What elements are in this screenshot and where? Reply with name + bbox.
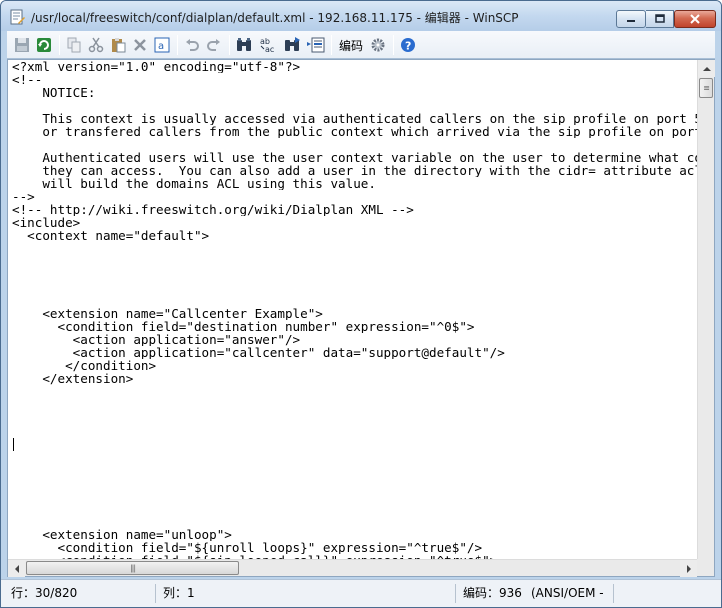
vertical-scroll-thumb[interactable]: ≡ (699, 78, 713, 98)
winscp-editor-icon (9, 9, 25, 25)
status-bar: 行：30/820 列：1 编码：936 (ANSI/OEM - (1, 579, 721, 607)
code-line: <condition field="${unroll_loops}" expre… (12, 541, 483, 554)
horizontal-scroll-thumb[interactable]: ||| (26, 561, 239, 575)
floppy-disk-icon[interactable] (11, 34, 33, 56)
horizontal-scrollbar[interactable]: ||| (8, 559, 697, 577)
svg-text:a: a (158, 41, 164, 52)
goto-line-icon[interactable] (305, 34, 327, 56)
minimize-button[interactable] (616, 10, 646, 28)
close-button[interactable] (674, 10, 716, 28)
help-icon[interactable]: ? (397, 34, 419, 56)
scroll-up-arrow-icon[interactable] (698, 60, 715, 77)
copy-icon[interactable] (63, 34, 85, 56)
editor-window: /usr/local/freeswitch/conf/dialplan/defa… (0, 0, 722, 608)
cut-icon[interactable] (85, 34, 107, 56)
code-line: <extension name="Callcenter Example"> (12, 307, 323, 320)
status-line: 行：30/820 (11, 586, 78, 600)
delete-icon[interactable] (129, 34, 151, 56)
svg-text:?: ? (405, 40, 411, 53)
text-editor[interactable]: <?xml version="1.0" encoding="utf-8"?> <!… (7, 59, 715, 577)
code-line: <action application="answer"/> (12, 333, 301, 346)
code-line: <condition field="destination_number" ex… (12, 320, 475, 333)
scroll-left-arrow-icon[interactable] (8, 560, 25, 577)
code-line: <action application="callcenter" data="s… (12, 346, 505, 359)
reload-icon[interactable] (33, 34, 55, 56)
code-line: </extension> (12, 372, 134, 385)
code-line: </condition> (12, 359, 157, 372)
redo-icon[interactable] (203, 34, 225, 56)
scrollbar-corner (697, 559, 714, 576)
status-charset: (ANSI/OEM - (531, 586, 604, 600)
title-bar[interactable]: /usr/local/freeswitch/conf/dialplan/defa… (1, 1, 721, 31)
replace-icon[interactable]: ab ac (257, 34, 279, 56)
gear-icon[interactable] (367, 34, 389, 56)
text-caret (13, 438, 14, 451)
code-line: <include> (12, 216, 81, 229)
window-title: /usr/local/freeswitch/conf/dialplan/defa… (31, 11, 519, 25)
code-line: will build the domains ACL using this va… (12, 177, 376, 190)
code-line: <extension name="unloop"> (12, 528, 232, 541)
status-column: 列：1 (163, 586, 195, 600)
binoculars-icon[interactable] (233, 34, 255, 56)
vertical-scrollbar[interactable]: ≡ (697, 60, 715, 560)
code-line: <!-- http://wiki.freeswitch.org/wiki/Dia… (12, 203, 414, 216)
code-line: <!-- (12, 73, 43, 86)
code-line: NOTICE: (12, 86, 96, 99)
editor-toolbar: a ab ac 编码 ? (7, 31, 715, 59)
encoding-menu-button[interactable]: 编码 (339, 37, 363, 54)
maximize-button[interactable] (646, 10, 674, 28)
code-line: or transfered callers from the public co… (12, 125, 698, 138)
code-line: they can access. You can also add a user… (12, 164, 698, 177)
find-next-icon[interactable] (281, 34, 303, 56)
code-line: <?xml version="1.0" encoding="utf-8"?> (12, 60, 301, 73)
svg-text:ac: ac (265, 45, 274, 54)
select-all-icon[interactable]: a (151, 34, 173, 56)
status-encoding: 编码：936 (463, 586, 522, 600)
code-line: Authenticated users will use the user_co… (12, 151, 698, 164)
code-line: This context is usually accessed via aut… (12, 112, 698, 125)
scroll-right-arrow-icon[interactable] (680, 560, 697, 577)
undo-icon[interactable] (181, 34, 203, 56)
code-area[interactable]: <?xml version="1.0" encoding="utf-8"?> <!… (12, 60, 698, 560)
code-line: <context name="default"> (12, 229, 210, 242)
code-line: --> (12, 190, 35, 203)
paste-icon[interactable] (107, 34, 129, 56)
